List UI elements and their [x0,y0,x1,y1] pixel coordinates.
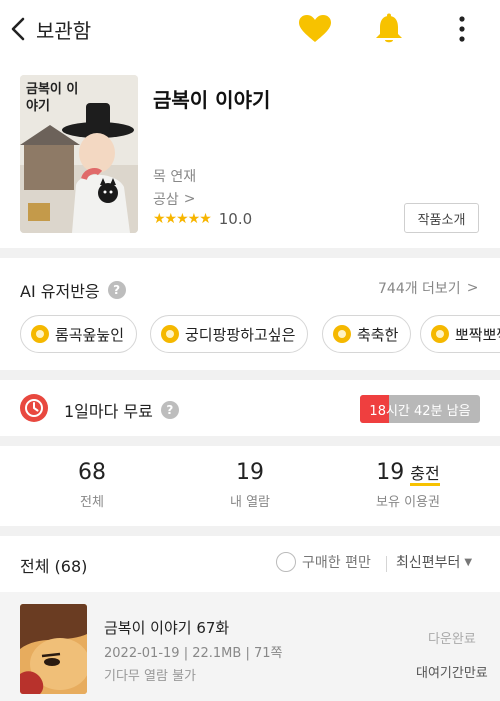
section-divider [0,248,500,258]
chevron-right-icon: > [183,191,196,207]
top-bar: 보관함 [0,0,500,58]
ai-reactions-label: AI 유저반응 [20,282,100,301]
sort-label: 최신편부터 [396,555,461,571]
stat-tickets-value: 19 [376,460,405,485]
webtoon-title: 금복이 이야기 [153,88,271,112]
sort-dropdown[interactable]: 최신편부터 ▼ [396,552,472,572]
episode-row[interactable]: 금복이 이야기 67화 2022-01-19 | 22.1MB | 71쪽 기다… [0,592,500,701]
reaction-chip-label: 궁디팡팡하고싶은 [185,325,296,344]
cover-title: 금복이 이야기 [26,82,79,114]
stats-section: 68 전체 19 내 열람 19 충전 보유 이용권 [0,446,500,526]
episode-size: 22.1MB [192,646,242,661]
download-status: 다운완료 [428,632,476,647]
purchased-only-label: 구매한 편만 [302,555,371,571]
timer-text: 18시간 42분 남음 [369,403,471,419]
free-wait-section: 1일마다 무료 ? 18시간 42분 남음 [0,380,500,436]
caret-down-icon: ▼ [464,556,473,568]
more-vertical-icon [459,16,465,42]
clock-icon [20,394,48,422]
ai-reactions-more-link[interactable]: 744개 더보기 > [378,278,478,298]
stat-total-value: 68 [78,460,106,485]
notification-button[interactable] [370,10,408,48]
back-label: 보관함 [36,18,92,43]
section-divider [0,436,500,446]
stat-read-label: 내 열람 [229,495,270,510]
rating-value: 10.0 [218,210,253,228]
coin-icon [161,325,179,343]
reaction-chip[interactable]: 축축한 [322,315,412,353]
bell-icon [376,13,402,43]
header-divider [386,556,387,572]
favorite-button[interactable] [296,12,334,46]
reaction-chip[interactable]: 궁디팡팡하고싶은 [150,315,309,353]
purchased-only-filter[interactable]: 구매한 편만 [276,552,371,572]
back-button[interactable]: 보관함 [8,12,98,46]
free-wait-timer: 18시간 42분 남음 [360,395,480,423]
cover-image[interactable]: 금복이 이야기 [20,75,138,233]
section-divider [0,526,500,536]
chevron-left-icon [11,17,25,41]
schedule-text: 목 연재 [153,169,197,185]
free-wait-label: 1일마다 무료 [64,402,153,421]
rating: ★★★★★ 10.0 [153,210,252,228]
episode-meta: 2022-01-19 | 22.1MB | 71쪽 [104,646,283,661]
author-name: 공삼 [153,192,179,208]
episode-thumbnail [20,604,87,694]
stat-total[interactable]: 68 전체 [9,460,175,510]
stat-tickets-row: 19 충전 [325,460,491,486]
stat-tickets-label: 보유 이용권 [376,495,440,510]
stat-read[interactable]: 19 내 열람 [167,460,333,510]
chevron-right-icon: > [466,280,479,296]
help-icon[interactable]: ? [160,401,179,419]
radio-icon[interactable] [276,552,296,572]
stat-total-label: 전체 [80,495,104,510]
coin-icon [333,325,351,343]
episode-title: 금복이 이야기 67화 [104,619,230,637]
author-link[interactable]: 공삼 > [153,189,196,209]
reaction-chip-label: 뽀짝뽀짝 [455,325,500,344]
ai-reactions-title: AI 유저반응 ? [20,278,126,302]
episode-pages: 71쪽 [253,646,283,661]
star-rating-icon: ★★★★★ [153,211,212,227]
ai-reactions-more-label: 744개 더보기 [378,281,461,297]
charge-button[interactable]: 충전 [410,464,440,486]
free-wait-title: 1일마다 무료 ? [64,398,179,422]
reaction-chip[interactable]: 롬곡옾눞인 [20,315,138,353]
episode-list-header: 전체 (68) 구매한 편만 최신편부터 ▼ [0,536,500,592]
episode-date: 2022-01-19 [104,646,180,661]
coin-icon [431,325,449,343]
section-divider [0,370,500,380]
stat-read-value: 19 [236,460,264,485]
episode-list-title: 전체 (68) [20,557,88,576]
reaction-chip-label: 롬곡옾눞인 [55,325,125,344]
heart-icon [299,15,331,42]
stat-tickets: 19 충전 보유 이용권 [325,460,491,510]
help-icon[interactable]: ? [107,281,126,299]
rental-status: 대여기간만료 [416,666,488,681]
episode-note: 기다무 열람 불가 [104,669,196,684]
intro-button[interactable]: 작품소개 [404,203,479,233]
reaction-chip-label: 축축한 [357,325,399,344]
reaction-chip[interactable]: 뽀짝뽀짝 [420,315,500,353]
more-options-button[interactable] [448,12,476,46]
coin-icon [31,325,49,343]
ai-reactions-section: AI 유저반응 ? 744개 더보기 > 롬곡옾눞인 궁디팡팡하고싶은 축축한 … [0,258,500,370]
reaction-chips: 롬곡옾눞인 궁디팡팡하고싶은 축축한 뽀짝뽀짝 [20,315,500,355]
webtoon-info: 금복이 이야기 금복이 이야기 목 연재 공삼 > ★★★★★ 10.0 작품소… [0,58,500,248]
